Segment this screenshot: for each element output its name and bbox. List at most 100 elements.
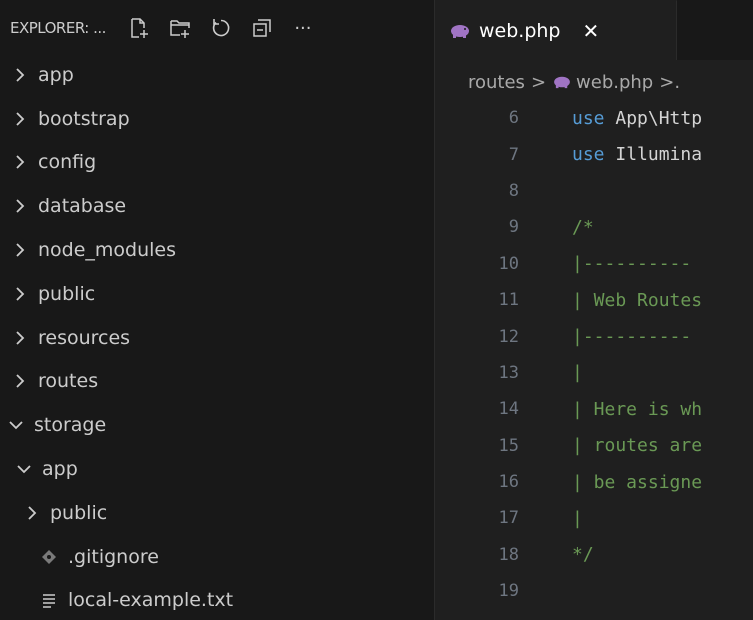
code-line: 7 use Illumina — [435, 136, 753, 172]
code-comment: |---------- — [572, 326, 692, 348]
tree-item-routes[interactable]: routes — [0, 360, 434, 404]
chevron-right-icon — [8, 198, 32, 214]
breadcrumb: routes > web.php >. — [435, 60, 753, 104]
code-line: 12 |---------- — [435, 318, 753, 354]
more-icon[interactable]: ··· — [292, 17, 314, 39]
breadcrumb-file[interactable]: web.php — [576, 72, 653, 93]
tree-item-storage-app[interactable]: app — [0, 447, 434, 491]
code-text: Illumina — [604, 144, 703, 166]
code-comment: | Web Routes — [572, 289, 703, 311]
code-comment: | Here is wh — [572, 398, 703, 420]
tree-item-label: routes — [38, 370, 99, 393]
tree-item-resources[interactable]: resources — [0, 316, 434, 360]
code-comment: /* — [572, 216, 594, 238]
editor-pane: web.php ✕ routes > web.php >. 6 use App\… — [435, 0, 753, 620]
tab-bar: web.php ✕ — [435, 0, 753, 60]
explorer-title: EXPLORER: ... — [10, 19, 106, 37]
refresh-icon[interactable] — [210, 17, 232, 39]
tree-item-app[interactable]: app — [0, 53, 434, 97]
chevron-down-icon — [4, 418, 28, 432]
tree-item-label: storage — [34, 414, 107, 437]
code-comment: | — [572, 507, 583, 529]
line-number: 12 — [498, 326, 519, 347]
tree-item-label: app — [38, 63, 74, 86]
code-area[interactable]: 6 use App\Http 7 use Illumina 8 9 /* 10 … — [435, 100, 753, 609]
tree-item-database[interactable]: database — [0, 184, 434, 228]
code-line: 8 — [435, 173, 753, 209]
new-folder-icon[interactable] — [169, 17, 191, 39]
git-icon — [38, 549, 60, 565]
line-number: 10 — [498, 253, 519, 274]
code-comment: |---------- — [572, 253, 692, 275]
code-line: 19 — [435, 573, 753, 609]
tree-item-local-example[interactable]: local-example.txt — [0, 579, 434, 620]
tree-item-public[interactable]: public — [0, 272, 434, 316]
tab-label: web.php — [479, 19, 561, 42]
tree-item-storage-app-public[interactable]: public — [0, 491, 434, 535]
line-number: 9 — [508, 217, 519, 238]
code-comment: | routes are — [572, 435, 703, 457]
tree-item-bootstrap[interactable]: bootstrap — [0, 97, 434, 141]
chevron-right-icon — [8, 67, 32, 83]
chevron-right-icon — [8, 373, 32, 389]
chevron-right-icon — [8, 154, 32, 170]
text-file-icon — [38, 592, 60, 609]
line-number: 8 — [508, 180, 519, 201]
tree-item-label: local-example.txt — [68, 589, 234, 612]
code-line: 13 | — [435, 355, 753, 391]
collapse-all-icon[interactable] — [251, 17, 273, 39]
code-comment: | — [572, 362, 583, 384]
chevron-right-icon — [8, 111, 32, 127]
code-line: 15 | routes are — [435, 428, 753, 464]
tree-item-label: .gitignore — [68, 545, 159, 568]
explorer-sidebar: EXPLORER: ... ··· app bootstrap config d… — [0, 0, 435, 620]
tree-item-config[interactable]: config — [0, 141, 434, 185]
code-line: 16 | be assigne — [435, 464, 753, 500]
line-number: 16 — [498, 472, 519, 493]
tree-item-label: public — [38, 282, 96, 305]
tab-web-php[interactable]: web.php ✕ — [435, 0, 677, 60]
code-line: 11 | Web Routes — [435, 282, 753, 318]
code-keyword: use — [572, 144, 605, 166]
tree-item-label: resources — [38, 326, 131, 349]
code-keyword: use — [572, 107, 605, 129]
code-line: 17 | — [435, 500, 753, 536]
tree-item-label: public — [50, 501, 108, 524]
line-number: 7 — [508, 144, 519, 165]
tree-item-label: config — [38, 151, 97, 174]
code-line: 9 /* — [435, 209, 753, 245]
close-icon[interactable]: ✕ — [583, 19, 600, 43]
breadcrumb-separator: > — [530, 71, 547, 93]
explorer-header: EXPLORER: ... ··· — [0, 0, 434, 56]
chevron-down-icon — [12, 462, 36, 476]
line-number: 14 — [498, 399, 519, 420]
code-text: App\Http — [604, 107, 703, 129]
file-tree: app bootstrap config database node_modul… — [0, 53, 434, 620]
tree-item-storage[interactable]: storage — [0, 403, 434, 447]
line-number: 15 — [498, 435, 519, 456]
tree-item-label: app — [42, 458, 78, 481]
tree-item-gitignore[interactable]: .gitignore — [0, 535, 434, 579]
tree-item-node-modules[interactable]: node_modules — [0, 228, 434, 272]
line-number: 13 — [498, 362, 519, 383]
new-file-icon[interactable] — [128, 17, 150, 39]
line-number: 19 — [498, 581, 519, 602]
chevron-right-icon — [8, 242, 32, 258]
vscode-window: EXPLORER: ... ··· app bootstrap config d… — [0, 0, 753, 620]
code-line: 18 */ — [435, 537, 753, 573]
line-number: 18 — [498, 544, 519, 565]
tree-item-label: bootstrap — [38, 107, 130, 130]
code-comment: */ — [572, 544, 594, 566]
code-line: 10 |---------- — [435, 246, 753, 282]
chevron-right-icon — [8, 330, 32, 346]
code-line: 14 | Here is wh — [435, 391, 753, 427]
php-elephant-icon — [449, 23, 471, 39]
tree-item-label: node_modules — [38, 239, 177, 262]
line-number: 11 — [498, 290, 519, 311]
line-number: 6 — [508, 108, 519, 129]
php-elephant-icon — [552, 75, 572, 89]
chevron-right-icon — [20, 505, 44, 521]
breadcrumb-folder[interactable]: routes — [468, 72, 525, 93]
breadcrumb-tail: >. — [659, 71, 681, 93]
line-number: 17 — [498, 508, 519, 529]
